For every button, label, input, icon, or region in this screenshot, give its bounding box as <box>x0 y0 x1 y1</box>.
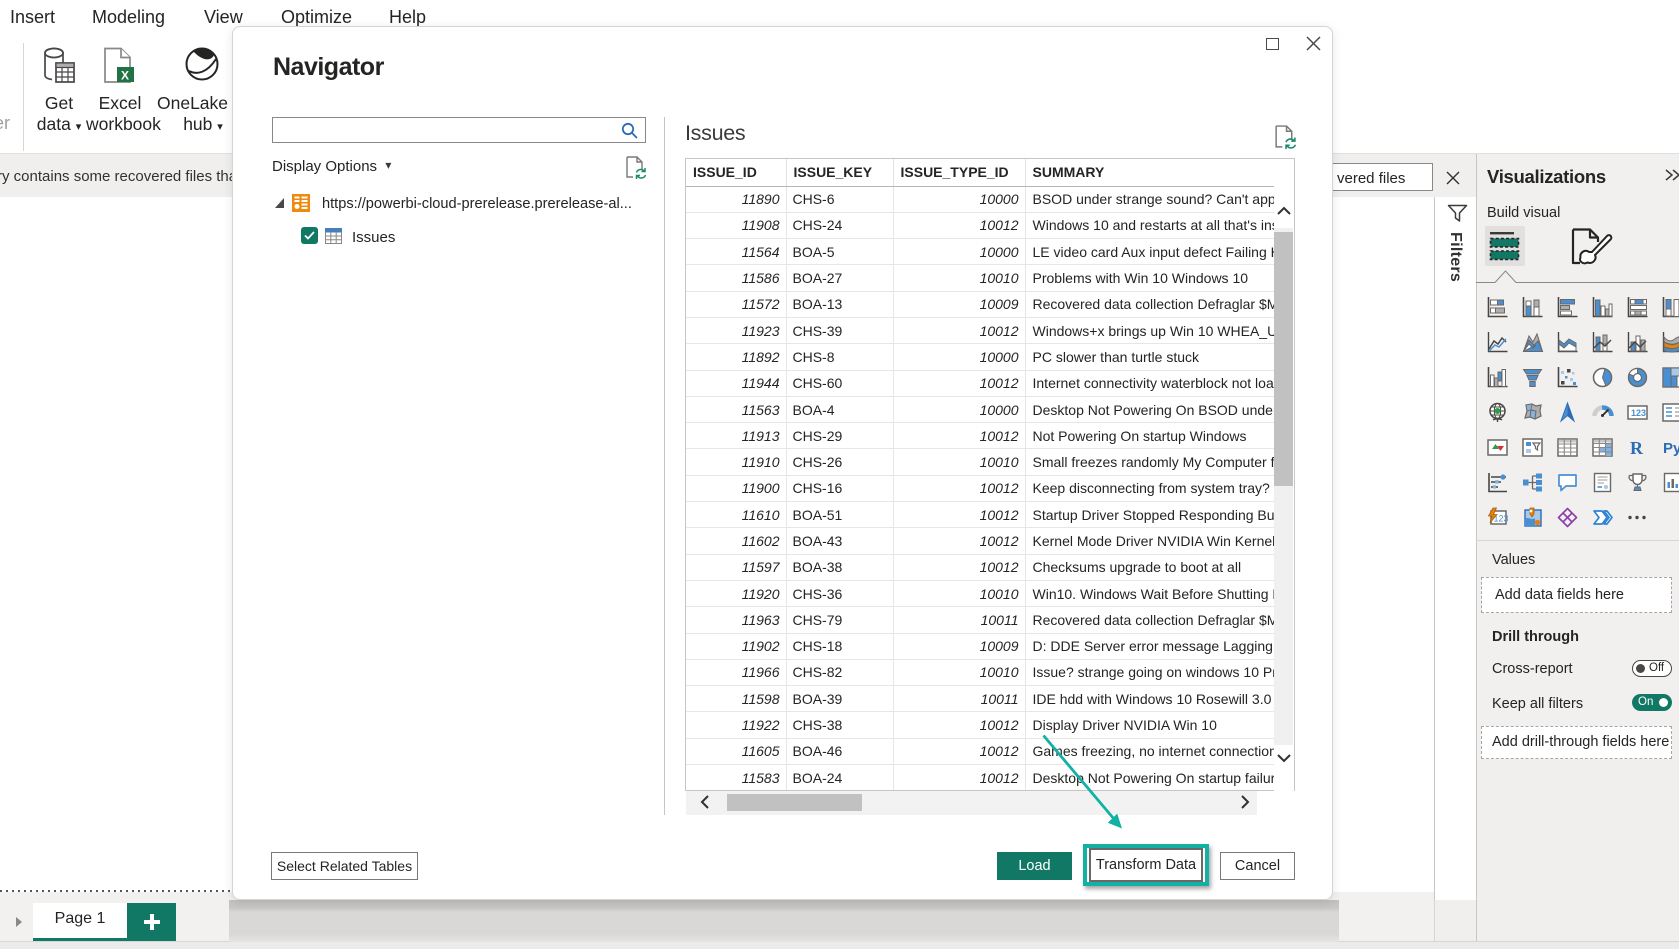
svg-text:R: R <box>1630 438 1644 458</box>
svg-text:X: X <box>121 69 129 83</box>
svg-text:Py: Py <box>1663 440 1679 457</box>
svg-text:123: 123 <box>1631 408 1646 418</box>
